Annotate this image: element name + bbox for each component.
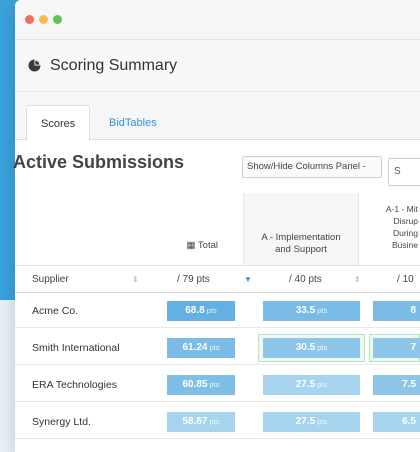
score-value: 60.85 — [182, 379, 208, 390]
column-header-label: and Support — [275, 244, 327, 255]
app-header: Scoring Summary — [15, 40, 420, 92]
score-value: 68.8 — [185, 305, 205, 316]
column-header-label: A-1 - Mit — [385, 204, 418, 214]
maximize-window-button[interactable] — [53, 15, 62, 24]
a-score: 30.5 pts — [263, 338, 360, 358]
a-score: 33.5 pts — [263, 301, 360, 321]
tab-scores[interactable]: Scores — [26, 105, 91, 141]
table-row[interactable]: Smith International 61.24 pts 30.5 pts 7 — [15, 331, 420, 365]
supplier-name: Acme Co. — [32, 305, 79, 317]
a1-score: 8 — [373, 301, 420, 321]
sort-desc-icon[interactable]: ▼ — [244, 266, 252, 294]
a-score: 27.5 pts — [263, 412, 360, 432]
tab-bidtables[interactable]: BidTables — [95, 105, 171, 141]
column-header-label: Disrup — [393, 216, 418, 226]
score-unit: pts — [209, 380, 220, 389]
column-header-label: During — [392, 228, 418, 238]
table-row[interactable]: Synergy Ltd. 58.67 pts 27.5 pts 6.5 — [15, 405, 420, 439]
score-unit: pts — [209, 417, 220, 426]
table-row[interactable]: ERA Technologies 60.85 pts 27.5 pts 7.5 — [15, 368, 420, 402]
score-value: 61.24 — [182, 342, 208, 353]
column-header-label: Busine — [392, 240, 418, 250]
sort-icon[interactable]: ⬍ — [132, 266, 139, 294]
total-score: 58.67 pts — [167, 412, 235, 432]
search-input[interactable]: S — [388, 158, 420, 186]
supplier-name: Synergy Ltd. — [32, 416, 91, 428]
column-header-label: A - Implementation — [261, 232, 341, 243]
window-titlebar — [15, 0, 420, 40]
score-unit: pts — [317, 380, 328, 389]
total-points-header: / 79 pts — [177, 274, 210, 285]
pie-chart-icon — [28, 59, 41, 72]
table-subheader: Supplier ⬍ / 79 pts ▼ / 40 pts ⬍ / 10 — [15, 265, 420, 293]
total-score: 61.24 pts — [167, 338, 235, 358]
column-header-implementation[interactable]: A - Implementation and Support — [243, 193, 358, 265]
minimize-window-button[interactable] — [39, 15, 48, 24]
a1-score: 7 — [373, 338, 420, 358]
a1-points-header: / 10 — [397, 274, 414, 285]
sort-icon[interactable]: ⬍ — [354, 266, 361, 294]
score-unit: pts — [209, 343, 220, 352]
score-unit: pts — [317, 306, 328, 315]
page-title: Scoring Summary — [50, 56, 178, 74]
column-header-a1[interactable]: A-1 - Mit Disrup During Busine — [358, 193, 420, 265]
a1-score: 7.5 — [373, 375, 420, 395]
score-value: 33.5 — [295, 305, 316, 316]
supplier-name: ERA Technologies — [32, 379, 118, 391]
a-score: 27.5 pts — [263, 375, 360, 395]
a1-score: 6.5 — [373, 412, 420, 432]
supplier-header[interactable]: Supplier — [32, 266, 69, 294]
tab-bar: Scores BidTables — [15, 92, 420, 141]
total-score: 60.85 pts — [167, 375, 235, 395]
show-hide-columns-button[interactable]: Show/Hide Columns Panel - — [242, 156, 382, 178]
score-unit: pts — [317, 417, 328, 426]
score-unit: pts — [317, 343, 328, 352]
score-value: 27.5 — [295, 379, 316, 390]
total-score: 68.8 pts — [167, 301, 235, 321]
score-value: 30.5 — [295, 342, 316, 353]
supplier-name: Smith International — [32, 342, 120, 354]
table-row[interactable]: Acme Co. 68.8 pts 33.5 pts 8 — [15, 294, 420, 328]
score-value: 58.67 — [182, 416, 208, 427]
close-window-button[interactable] — [25, 15, 34, 24]
column-header-total[interactable]: ▦ Total — [130, 240, 230, 251]
section-title: Active Submissions — [13, 152, 185, 172]
score-unit: pts — [206, 306, 217, 315]
a-points-header: / 40 pts — [289, 274, 322, 285]
score-value: 27.5 — [295, 416, 316, 427]
